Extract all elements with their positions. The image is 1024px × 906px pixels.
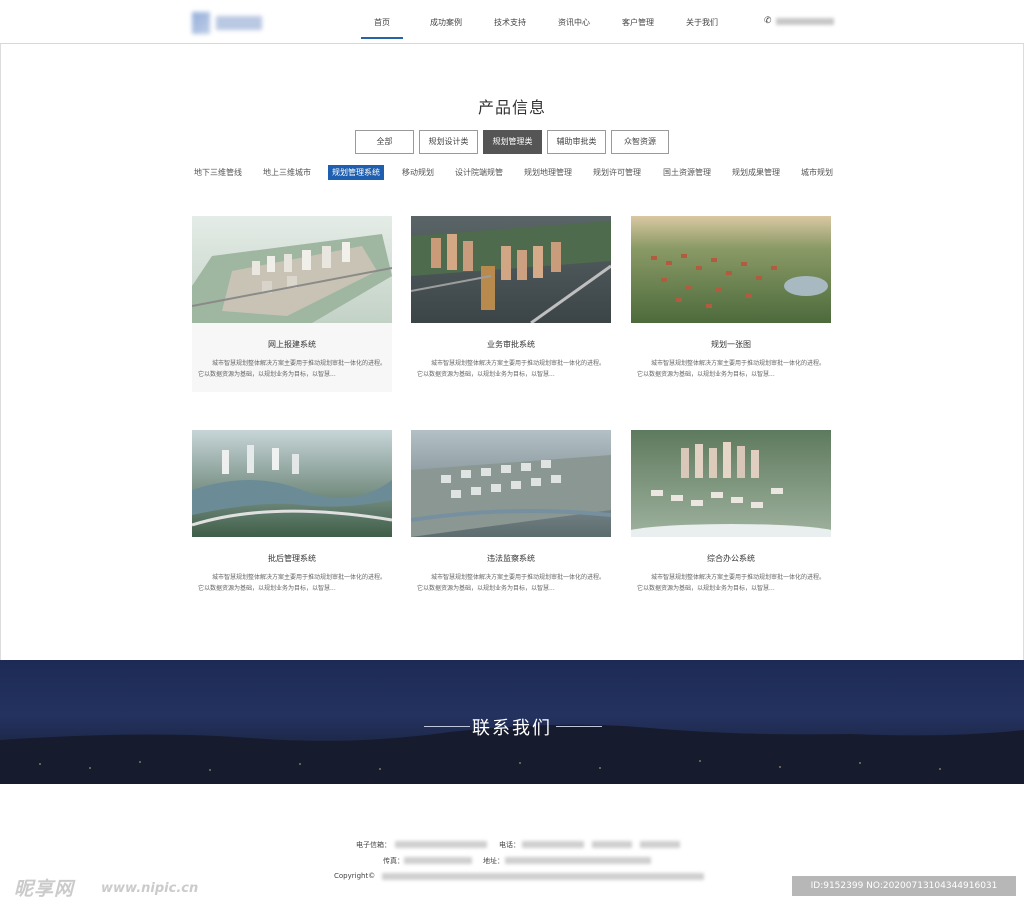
subtab-3d-city[interactable]: 地上三维城市: [259, 165, 315, 180]
product-description: 城市智慧规划整体解决方案主要用于推动规划审批一体化的进程。它以数据资源为基础，以…: [637, 360, 826, 378]
product-image[interactable]: [192, 216, 392, 323]
product-title[interactable]: 业务审批系统: [411, 339, 611, 350]
logo-text-blurred: [216, 16, 262, 30]
product-description: 城市智慧规划整体解决方案主要用于推动规划审批一体化的进程。它以数据资源为基础，以…: [417, 360, 606, 378]
product-description: 城市智慧规划整体解决方案主要用于推动规划审批一体化的进程。它以数据资源为基础，以…: [417, 574, 606, 592]
product-image[interactable]: [411, 430, 611, 537]
category-approval[interactable]: 辅助审批类: [547, 130, 606, 154]
subtab-results-management[interactable]: 规划成果管理: [728, 165, 784, 180]
nav-home[interactable]: 首页: [350, 0, 414, 44]
nav-about[interactable]: 关于我们: [670, 0, 734, 44]
product-image[interactable]: [411, 216, 611, 323]
product-image[interactable]: [631, 216, 831, 323]
product-description: 城市智慧规划整体解决方案主要用于推动规划审批一体化的进程。它以数据资源为基础，以…: [198, 360, 387, 378]
subtab-planning-management[interactable]: 规划管理系统: [328, 165, 384, 180]
nav-support[interactable]: 技术支持: [478, 0, 542, 44]
footer-email-blurred: [395, 841, 487, 848]
product-card[interactable]: 业务审批系统 城市智慧规划整体解决方案主要用于推动规划审批一体化的进程。它以数据…: [411, 216, 611, 392]
footer-phone-label: 电话：: [499, 841, 520, 849]
contact-line-right: [556, 726, 602, 727]
phone-icon: ✆: [764, 16, 772, 26]
footer-phone-blurred-1: [522, 841, 584, 848]
product-image[interactable]: [631, 430, 831, 537]
product-title[interactable]: 网上报建系统: [192, 339, 392, 350]
frame-border-left: [0, 44, 1, 660]
site-logo[interactable]: [192, 12, 264, 34]
product-description: 城市智慧规划整体解决方案主要用于推动规划审批一体化的进程。它以数据资源为基础，以…: [198, 574, 387, 592]
product-image[interactable]: [192, 430, 392, 537]
subcategory-tabs: 地下三维管线 地上三维城市 规划管理系统 移动规划 设计院端规管 规划地理管理 …: [188, 165, 836, 181]
footer-address-label: 地址：: [483, 857, 504, 865]
logo-mark-icon: [192, 12, 210, 34]
category-all[interactable]: 全部: [355, 130, 414, 154]
footer-copyright: Copyright©: [334, 872, 376, 880]
category-management[interactable]: 规划管理类: [483, 130, 542, 154]
subtab-permit-management[interactable]: 规划许可管理: [589, 165, 645, 180]
subtab-geo-management[interactable]: 规划地理管理: [520, 165, 576, 180]
footer-email-label: 电子信箱：: [356, 841, 391, 849]
product-title[interactable]: 批后管理系统: [192, 553, 392, 564]
footer-phone-blurred-2: [592, 841, 632, 848]
product-title[interactable]: 规划一张图: [631, 339, 831, 350]
product-card[interactable]: 违法监察系统 城市智慧规划整体解决方案主要用于推动规划审批一体化的进程。它以数据…: [411, 430, 611, 606]
product-title[interactable]: 综合办公系统: [631, 553, 831, 564]
watermark-url: www.nipic.cn: [101, 881, 199, 896]
nav-customers[interactable]: 客户管理: [606, 0, 670, 44]
product-card[interactable]: 规划一张图 城市智慧规划整体解决方案主要用于推动规划审批一体化的进程。它以数据资…: [631, 216, 831, 392]
site-header: 首页 成功案例 技术支持 资讯中心 客户管理 关于我们 ✆: [0, 0, 1024, 44]
product-title[interactable]: 违法监察系统: [411, 553, 611, 564]
product-description: 城市智慧规划整体解决方案主要用于推动规划审批一体化的进程。它以数据资源为基础，以…: [637, 574, 826, 592]
footer-copyright-blurred: [382, 873, 704, 880]
watermark-logo: 昵享网: [14, 878, 75, 900]
subtab-urban-planning[interactable]: 城市规划: [797, 165, 836, 180]
product-card[interactable]: 批后管理系统 城市智慧规划整体解决方案主要用于推动规划审批一体化的进程。它以数据…: [192, 430, 392, 606]
subtab-underground-pipeline[interactable]: 地下三维管线: [190, 165, 246, 180]
section-title: 产品信息: [477, 98, 546, 117]
category-design[interactable]: 规划设计类: [419, 130, 478, 154]
image-id-badge: ID:9152399 NO:20200713104344916031: [792, 876, 1016, 896]
category-resources[interactable]: 众智资源: [611, 130, 669, 154]
contact-title: 联系我们: [472, 718, 552, 739]
nav-news[interactable]: 资讯中心: [542, 0, 606, 44]
category-tabs: 全部 规划设计类 规划管理类 辅助审批类 众智资源: [355, 130, 674, 154]
nav-cases[interactable]: 成功案例: [414, 0, 478, 44]
footer-fax-label: 传真：: [383, 857, 404, 865]
main-nav: 首页 成功案例 技术支持 资讯中心 客户管理 关于我们: [350, 0, 734, 44]
subtab-land-resources[interactable]: 国土资源管理: [659, 165, 715, 180]
subtab-mobile-planning[interactable]: 移动规划: [398, 165, 438, 180]
footer-address-blurred: [505, 857, 651, 864]
product-card[interactable]: 网上报建系统 城市智慧规划整体解决方案主要用于推动规划审批一体化的进程。它以数据…: [192, 216, 392, 392]
product-card[interactable]: 综合办公系统 城市智慧规划整体解决方案主要用于推动规划审批一体化的进程。它以数据…: [631, 430, 831, 606]
subtab-design-institute[interactable]: 设计院端规管: [451, 165, 507, 180]
footer-phone-blurred-3: [640, 841, 680, 848]
footer-fax-blurred: [404, 857, 472, 864]
phone-number-blurred: [776, 18, 834, 25]
